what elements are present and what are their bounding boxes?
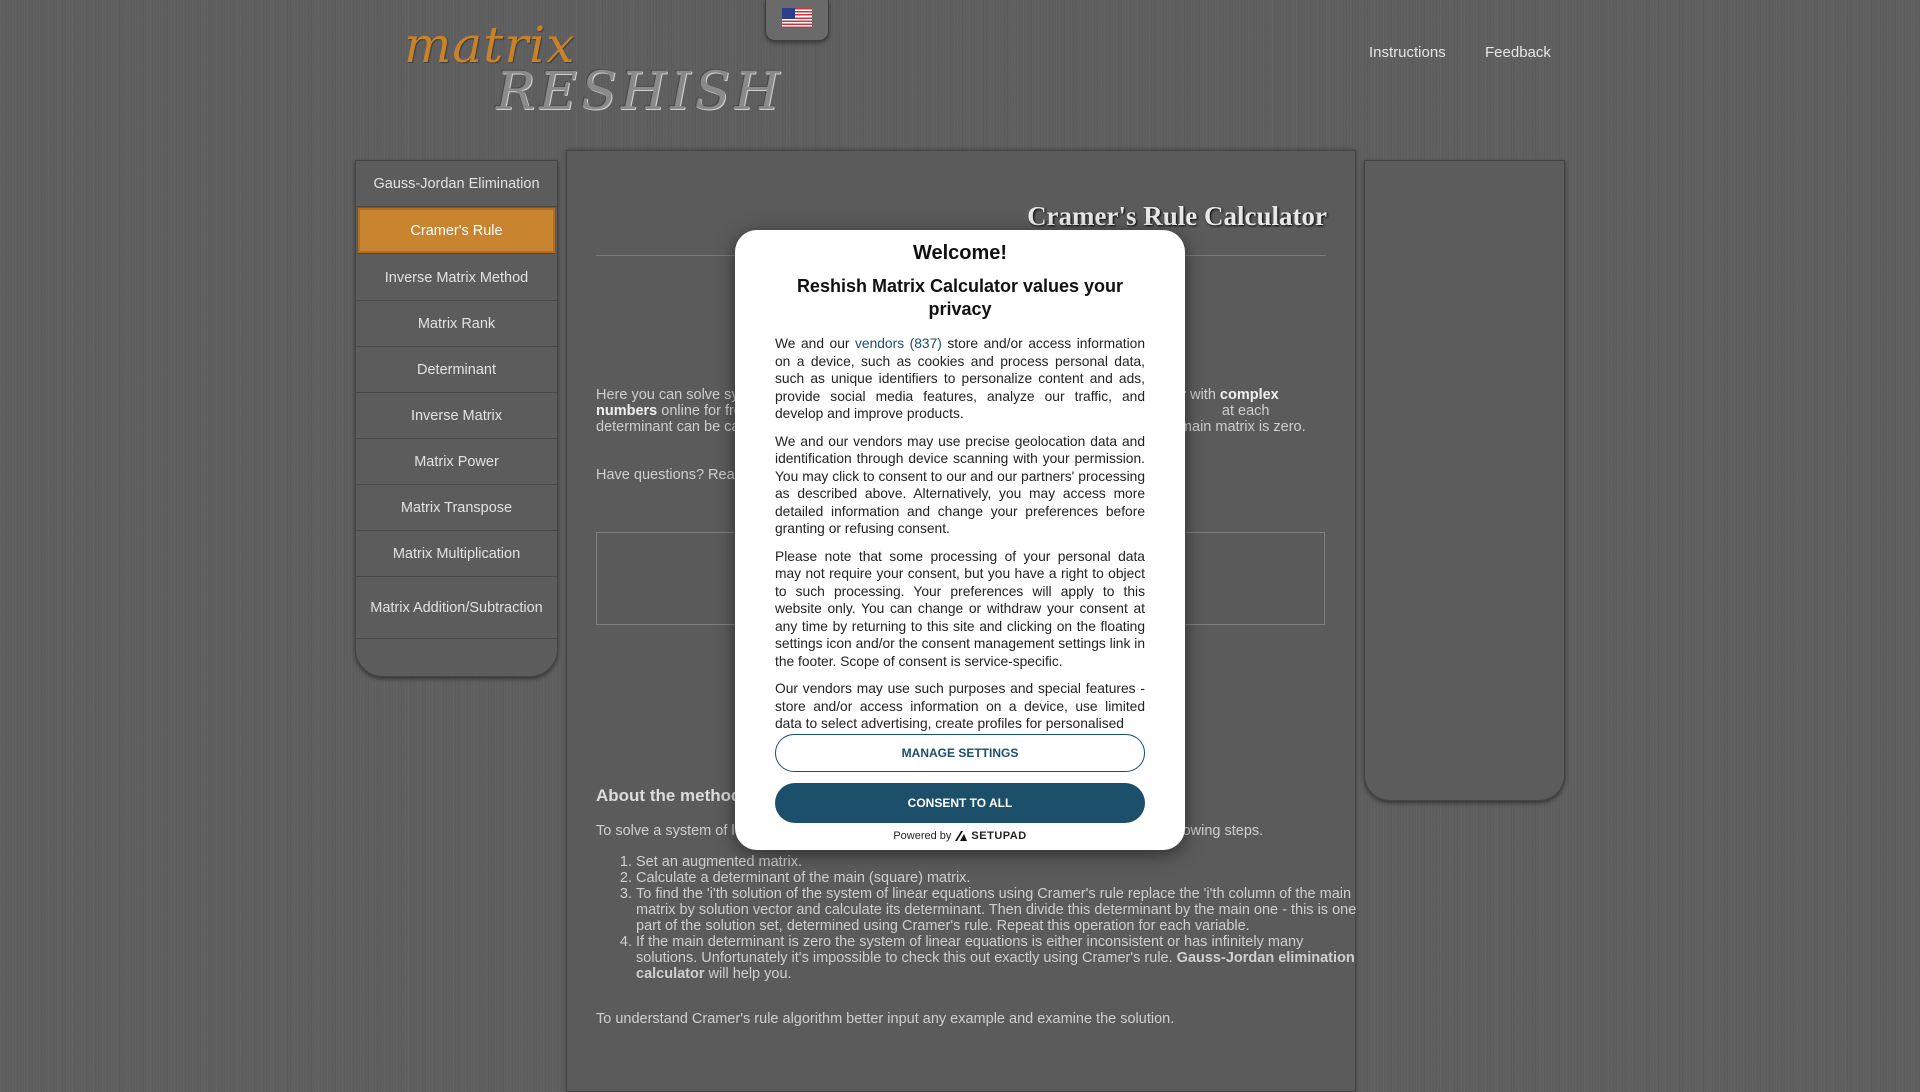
- consent-paragraph-4: Our vendors may use such purposes and sp…: [775, 681, 1145, 731]
- consent-p1-before: We and our: [775, 336, 856, 351]
- setupad-logo-icon: [955, 831, 968, 841]
- consent-dialog: Welcome! Reshish Matrix Calculator value…: [735, 230, 1185, 850]
- consent-paragraph-3: Please note that some processing of your…: [775, 548, 1145, 669]
- powered-by-label: Powered by: [893, 830, 952, 842]
- consent-paragraph-1: We and our vendors (837) store and/or ac…: [775, 335, 1145, 423]
- powered-by-brand: SETUPAD: [971, 830, 1027, 842]
- consent-to-all-button[interactable]: CONSENT TO ALL: [775, 783, 1145, 823]
- powered-by: Powered by SETUPAD: [735, 830, 1185, 842]
- vendors-link[interactable]: vendors (837): [855, 336, 942, 351]
- consent-heading: Reshish Matrix Calculator values your pr…: [796, 276, 1124, 319]
- manage-settings-button[interactable]: MANAGE SETTINGS: [775, 734, 1145, 772]
- consent-paragraph-2: We and our vendors may use precise geolo…: [775, 433, 1145, 537]
- consent-body[interactable]: We and our vendors (837) store and/or ac…: [775, 335, 1145, 735]
- consent-welcome: Welcome!: [912, 242, 1008, 264]
